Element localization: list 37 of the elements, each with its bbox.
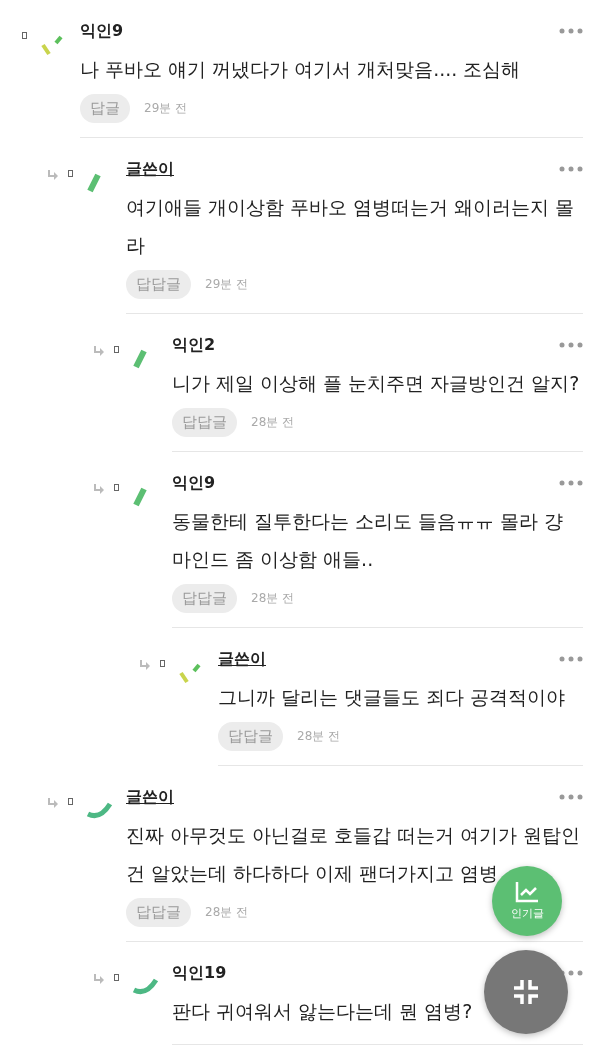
more-icon[interactable]	[559, 28, 583, 34]
comment-time: 28분 전	[297, 728, 341, 745]
comment-text: 동물한테 질투한다는 소리도 들음ㅠㅠ 몰라 걍 마인드 좀 이상함 애들..	[172, 509, 565, 572]
reply-arrow-icon	[46, 798, 59, 810]
author-name[interactable]: 글쓴이	[126, 158, 174, 180]
reply-arrow-icon	[46, 170, 59, 182]
reply-arrow-icon	[92, 346, 105, 358]
comment-text: 니가 제일 이상해 플 눈치주면 자글방인건 알지?	[172, 371, 581, 396]
more-icon[interactable]	[559, 480, 583, 486]
more-icon[interactable]	[559, 342, 583, 348]
comment-time: 28분 전	[205, 904, 249, 921]
more-icon[interactable]	[559, 656, 583, 662]
author-name[interactable]: 글쓴이	[126, 786, 174, 808]
reply-arrow-icon	[92, 974, 105, 986]
more-icon[interactable]	[559, 794, 583, 800]
comment-time: 29분 전	[144, 100, 188, 117]
author-name[interactable]: 익인2	[172, 334, 216, 356]
trend-chart-icon	[515, 881, 539, 903]
comment-time: 28분 전	[251, 590, 295, 607]
avatar-icon	[132, 348, 148, 370]
collapse-icon	[511, 977, 541, 1007]
comment-text: 나 푸바오 얘기 꺼냈다가 여기서 개처맞음.... 조심해	[80, 57, 522, 82]
comment-time: 29분 전	[205, 276, 249, 293]
comment-time: 28분 전	[251, 414, 295, 431]
author-name[interactable]: 익인19	[172, 962, 227, 984]
author-name[interactable]: 익인9	[172, 472, 216, 494]
avatar-icon	[132, 486, 148, 508]
comment-text: 그니까 달리는 댓글들도 죄다 공격적이야	[218, 685, 567, 710]
reply-arrow-icon	[138, 660, 151, 672]
avatar-icon	[86, 172, 102, 194]
more-icon[interactable]	[559, 166, 583, 172]
collapse-button[interactable]	[484, 950, 568, 1034]
reply-arrow-icon	[92, 484, 105, 496]
comment-text: 여기애들 개이상함 푸바오 염병떠는거 왜이러는지 몰라	[126, 195, 576, 258]
author-name[interactable]: 익인9	[80, 20, 124, 42]
author-name[interactable]: 글쓴이	[218, 648, 266, 670]
comment-text: 판다 귀여워서 앓는다는데 뭔 염병?	[172, 999, 474, 1024]
